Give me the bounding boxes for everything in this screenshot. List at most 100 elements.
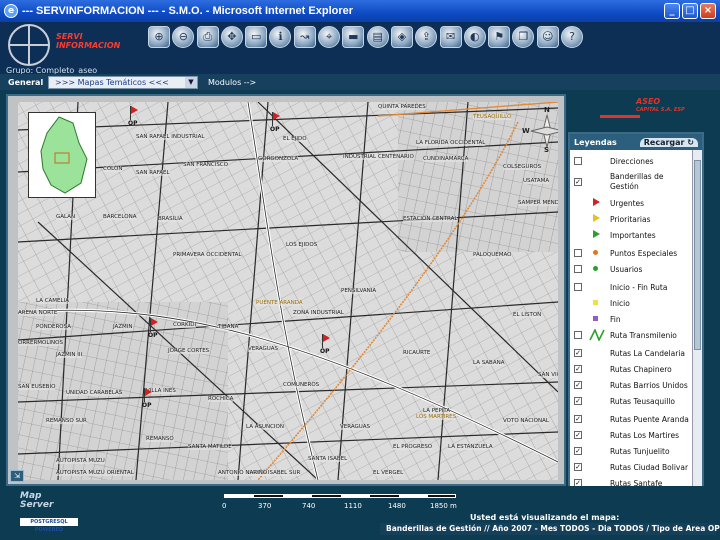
header-band <box>140 52 720 74</box>
zoom-in-icon[interactable]: ⊕ <box>148 26 170 48</box>
legend-header: Leyendas Recargar ↻ <box>570 134 702 150</box>
aseo-capital-logo: ASEO CAPITAL S.A. ESP <box>592 96 700 126</box>
neighborhood-label: LOS MARTIRES <box>416 414 457 420</box>
neighborhood-label: SANTA MATILDE <box>188 444 232 450</box>
flag-marker[interactable]: OP <box>142 388 158 410</box>
export-icon[interactable]: ⇪ <box>415 26 438 48</box>
zoom-out-icon[interactable]: ⊖ <box>172 26 195 48</box>
legend-label: Rutas Ciudad Bolivar <box>610 462 689 472</box>
email-icon[interactable]: ✉ <box>439 26 462 48</box>
legend-item[interactable]: ✓ Banderillas de Gestión <box>574 170 698 194</box>
legend-checkbox[interactable] <box>574 283 582 291</box>
legend-item[interactable]: ✓ Rutas Barrios Unidos <box>574 378 698 392</box>
ruler-icon[interactable]: ▬ <box>342 26 365 48</box>
legend-checkbox[interactable]: ✓ <box>574 463 582 471</box>
status-text: Banderillas de Gestión // Año 2007 - Mes… <box>380 523 720 535</box>
document-icon[interactable]: ▤ <box>366 26 389 48</box>
legend-checkbox[interactable] <box>574 265 582 273</box>
modules-link[interactable]: Modulos --> <box>208 78 256 87</box>
route-icon[interactable]: ↝ <box>293 26 316 48</box>
close-button[interactable]: × <box>700 3 716 19</box>
info-icon[interactable]: ℹ <box>269 26 292 48</box>
legend-item[interactable]: Usuarios <box>574 262 698 276</box>
measure-icon[interactable]: ▭ <box>245 26 268 48</box>
legend-checkbox[interactable]: ✓ <box>574 431 582 439</box>
legend-item[interactable]: Ruta Transmilenio <box>574 328 698 342</box>
legend-checkbox[interactable]: ✓ <box>574 178 582 186</box>
line-icon <box>588 328 606 342</box>
neighborhood-label: TEUSAQUILLO <box>473 114 512 120</box>
select-value: >>> Mapas Temáticos <<< <box>55 77 169 87</box>
legend-checkbox[interactable]: ✓ <box>574 415 582 423</box>
flag-marker[interactable]: OP <box>148 318 164 340</box>
flag-icon[interactable]: ⚑ <box>488 26 511 48</box>
overview-minimap[interactable] <box>28 112 96 198</box>
print-icon[interactable]: ⎙ <box>196 26 219 48</box>
legend-item: Importantes <box>574 228 698 242</box>
legend-item[interactable]: Inicio - Fin Ruta <box>574 280 698 294</box>
legend-item[interactable]: ✓ Rutas Tunjuelito <box>574 444 698 458</box>
neighborhood-label: VOTO NACIONAL <box>503 418 549 424</box>
user-icon[interactable]: ☺ <box>536 26 559 48</box>
neighborhood-label: GALAN <box>56 214 76 220</box>
chevron-down-icon[interactable]: ▼ <box>185 76 197 88</box>
ie-icon: e <box>4 4 18 18</box>
flag-icon <box>151 318 158 326</box>
legend-checkbox[interactable]: ✓ <box>574 447 582 455</box>
legend-label: Urgentes <box>610 198 645 208</box>
legend-label: Puntos Especiales <box>610 248 678 258</box>
neighborhood-label: ESTACION CENTRAL <box>403 216 458 222</box>
map-canvas[interactable]: QUINTA PAREDES TEUSAQUILLO SAN RAFAEL INDU… <box>18 102 558 480</box>
flag-icon <box>273 112 280 120</box>
legend-label: Ruta Transmilenio <box>610 330 677 340</box>
palette-icon[interactable]: ◐ <box>463 26 486 48</box>
mapserver-logo: Map Server <box>20 491 54 510</box>
legend-checkbox[interactable] <box>574 157 582 165</box>
map-toolbar: ⊕ ⊖ ⎙ ✥ ▭ ℹ ↝ ⌖ ▬ ▤ ◈ ⇪ ✉ ◐ ⚑ ❐ ☺? <box>140 22 720 52</box>
legend-checkbox[interactable]: ✓ <box>574 349 582 357</box>
minimize-button[interactable]: _ <box>664 3 680 19</box>
copy-icon[interactable]: ❐ <box>512 26 535 48</box>
maximize-button[interactable]: □ <box>682 3 698 19</box>
help-icon[interactable]: ? <box>561 26 584 48</box>
legend-item[interactable]: ✓ Rutas Los Martires <box>574 428 698 442</box>
blank-icon <box>588 413 606 425</box>
legend-item[interactable]: Direcciones <box>574 154 698 168</box>
neighborhood-label: GORGONZOLA <box>258 156 299 162</box>
compass-control[interactable]: N S W E <box>522 106 558 154</box>
legend-label: Prioritarias <box>610 214 651 224</box>
flag-marker[interactable]: OP <box>320 334 336 356</box>
legend-item[interactable]: ✓ Rutas Chapinero <box>574 362 698 376</box>
reload-button[interactable]: Recargar ↻ <box>639 137 698 147</box>
pan-icon[interactable]: ✥ <box>220 26 243 48</box>
thematic-maps-select[interactable]: >>> Mapas Temáticos <<< ▼ <box>48 75 198 89</box>
flag-icon <box>323 334 330 342</box>
legend-checkbox[interactable]: ✓ <box>574 381 582 389</box>
legend-checkbox[interactable] <box>574 249 582 257</box>
legend-label: Rutas La Candelaria <box>610 348 686 358</box>
legend-checkbox[interactable]: ✓ <box>574 397 582 405</box>
legend-label: Fin <box>610 314 621 324</box>
flag-marker[interactable]: OP <box>128 106 144 128</box>
legend-item[interactable]: ✓ Rutas Puente Aranda <box>574 412 698 426</box>
legend-item[interactable]: ✓ Rutas Ciudad Bolivar <box>574 460 698 474</box>
scale-label: 1480 <box>388 502 406 510</box>
legend-item[interactable]: Puntos Especiales <box>574 246 698 260</box>
layers-icon[interactable]: ◈ <box>390 26 413 48</box>
expand-map-button[interactable]: ⇲ <box>10 470 24 482</box>
legend-checkbox[interactable]: ✓ <box>574 365 582 373</box>
legend-label: Importantes <box>610 230 656 240</box>
legend-item[interactable]: ✓ Rutas La Candelaria <box>574 346 698 360</box>
neighborhood-label: CUNDINAMARCA <box>423 156 469 162</box>
blank-icon <box>588 176 606 188</box>
legend-item[interactable]: ✓ Rutas Teusaquillo <box>574 394 698 408</box>
legend-checkbox[interactable] <box>574 331 582 339</box>
nav-general-label[interactable]: General <box>0 78 48 87</box>
legend-item: Inicio <box>574 296 698 310</box>
center-icon[interactable]: ⌖ <box>318 26 341 48</box>
flag-marker[interactable]: OP <box>270 112 286 134</box>
neighborhood-label: ORRERMOLINOS <box>18 340 63 346</box>
blank-icon <box>588 281 606 293</box>
neighborhood-label: JORGE CORTES <box>168 348 210 354</box>
blank-icon <box>588 363 606 375</box>
